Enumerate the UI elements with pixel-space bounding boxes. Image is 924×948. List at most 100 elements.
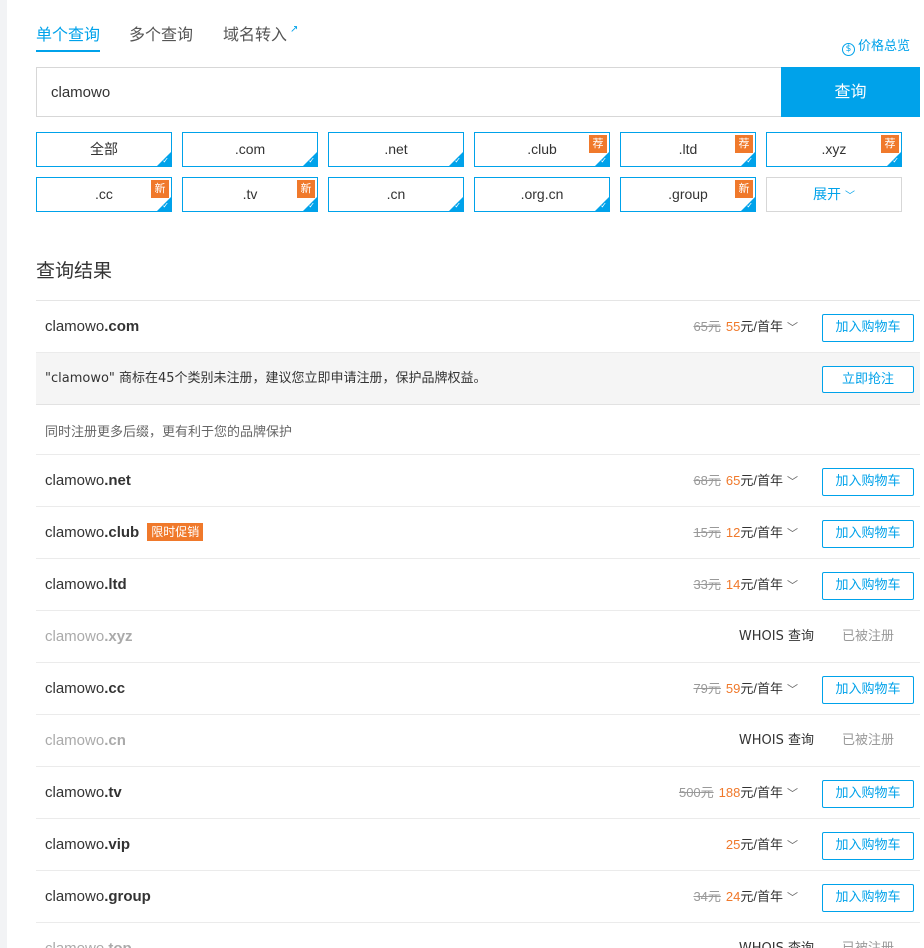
result-row: clamowo.ltd 33元 14元/首年 ﹀ 加入购物车 <box>36 559 920 611</box>
check-icon: ✓ <box>454 156 461 165</box>
add-to-cart-button[interactable]: 加入购物车 <box>822 520 914 548</box>
chevron-down-icon: ﹀ <box>787 684 798 696</box>
whois-link[interactable]: WHOIS 查询 <box>739 611 814 663</box>
result-row: clamowo.xyz WHOIS 查询 已被注册 <box>36 611 920 663</box>
add-to-cart-button[interactable]: 加入购物车 <box>822 314 914 342</box>
suggestion-hint: 同时注册更多后缀，更有利于您的品牌保护 <box>36 405 920 455</box>
sale-price: 14 <box>725 577 741 592</box>
search-button[interactable]: 查询 <box>781 67 920 117</box>
whois-link[interactable]: WHOIS 查询 <box>739 715 814 767</box>
add-to-cart-button[interactable]: 加入购物车 <box>822 780 914 808</box>
suffix-chip[interactable]: .ltd 荐 ✓ <box>620 132 756 167</box>
result-row: clamowo.net 68元 65元/首年 ﹀ 加入购物车 <box>36 455 920 507</box>
suffix-chip[interactable]: .org.cn ✓ <box>474 177 610 212</box>
suffix-chip[interactable]: .net ✓ <box>328 132 464 167</box>
suffix-chip-label: 全部 <box>90 141 118 157</box>
expand-button[interactable]: 展开 ﹀ <box>766 177 902 212</box>
suffix-chip[interactable]: .tv 新 ✓ <box>182 177 318 212</box>
result-row: clamowo.group 34元 24元/首年 ﹀ 加入购物车 <box>36 871 920 923</box>
price[interactable]: 34元 24元/首年 ﹀ <box>693 871 798 924</box>
result-row: clamowo.cn WHOIS 查询 已被注册 <box>36 715 920 767</box>
add-to-cart-button[interactable]: 加入购物车 <box>822 884 914 912</box>
trademark-notice: "clamowo" 商标在45个类别未注册，建议您立即申请注册，保护品牌权益。 … <box>36 353 920 405</box>
chevron-down-icon: ﹀ <box>787 322 798 334</box>
suffix-chip[interactable]: .group 新 ✓ <box>620 177 756 212</box>
tab-single-query[interactable]: 单个查询 <box>36 22 101 52</box>
domain-name: clamowo.top <box>45 923 132 948</box>
check-icon: ✓ <box>162 201 169 210</box>
register-trademark-button[interactable]: 立即抢注 <box>822 366 914 393</box>
suffix-chip-label: .tv <box>242 186 258 202</box>
domain-search-input[interactable] <box>36 67 781 117</box>
price-unit: 元/首年 <box>740 837 783 852</box>
chevron-down-icon: ﹀ <box>787 476 798 488</box>
sale-price: 65 <box>725 473 741 488</box>
check-icon: ✓ <box>162 156 169 165</box>
price[interactable]: 500元 188元/首年 ﹀ <box>679 767 798 820</box>
left-edge-bar <box>0 0 7 948</box>
whois-link[interactable]: WHOIS 查询 <box>739 923 814 948</box>
price[interactable]: 65元 55元/首年 ﹀ <box>693 301 798 354</box>
price-unit: 元/首年 <box>740 785 783 800</box>
coin-icon: $ <box>841 43 855 56</box>
sale-price: 59 <box>725 681 741 696</box>
price-overview-link[interactable]: $ 价格总览 <box>841 35 910 56</box>
result-row: clamowo.cc 79元 59元/首年 ﹀ 加入购物车 <box>36 663 920 715</box>
suffix-chip-label: .club <box>527 141 557 157</box>
tab-multi-query[interactable]: 多个查询 <box>129 22 193 48</box>
chevron-down-icon: ﹀ <box>787 840 798 852</box>
check-icon: ✓ <box>600 156 607 165</box>
add-to-cart-button[interactable]: 加入购物车 <box>822 832 914 860</box>
sale-price: 24 <box>725 889 741 904</box>
tab-domain-transfer-label: 域名转入 <box>223 25 288 44</box>
chevron-down-icon: ﹀ <box>787 580 798 592</box>
price-unit: 元/首年 <box>740 473 783 488</box>
domain-name: clamowo.tv <box>45 784 122 801</box>
domain-name: clamowo.xyz <box>45 628 133 645</box>
result-row: clamowo.vip 25元/首年 ﹀ 加入购物车 <box>36 819 920 871</box>
result-row: clamowo.top WHOIS 查询 已被注册 <box>36 923 920 948</box>
result-row: clamowo.tv 500元 188元/首年 ﹀ 加入购物车 <box>36 767 920 819</box>
price-unit: 元/首年 <box>740 681 783 696</box>
tab-domain-transfer[interactable]: 域名转入 ↗ <box>223 22 298 51</box>
price[interactable]: 79元 59元/首年 ﹀ <box>693 663 798 716</box>
chevron-down-icon: ﹀ <box>787 528 798 540</box>
original-price: 33元 <box>693 577 721 592</box>
price-unit: 元/首年 <box>740 319 783 334</box>
suffix-chip[interactable]: 全部 ✓ <box>36 132 172 167</box>
price-unit: 元/首年 <box>740 525 783 540</box>
check-icon: ✓ <box>308 156 315 165</box>
results-title: 查询结果 <box>36 260 113 282</box>
original-price: 500元 <box>678 785 714 800</box>
check-icon: ✓ <box>746 201 753 210</box>
add-to-cart-button[interactable]: 加入购物车 <box>822 572 914 600</box>
add-to-cart-button[interactable]: 加入购物车 <box>822 468 914 496</box>
price-unit: 元/首年 <box>740 889 783 904</box>
sale-price: 55 <box>725 319 741 334</box>
suffix-chip-label: .cn <box>386 186 406 202</box>
suffix-chip-label: .org.cn <box>520 186 564 202</box>
price[interactable]: 68元 65元/首年 ﹀ <box>693 455 798 508</box>
suffix-chip[interactable]: .cc 新 ✓ <box>36 177 172 212</box>
price[interactable]: 15元 12元/首年 ﹀ <box>693 507 798 560</box>
add-to-cart-button[interactable]: 加入购物车 <box>822 676 914 704</box>
suffix-chip[interactable]: .com ✓ <box>182 132 318 167</box>
check-icon: ✓ <box>746 156 753 165</box>
domain-name: clamowo.com <box>45 318 140 335</box>
domain-name: clamowo.cc <box>45 680 126 697</box>
price[interactable]: 33元 14元/首年 ﹀ <box>693 559 798 612</box>
price[interactable]: 25元/首年 ﹀ <box>726 819 798 872</box>
external-link-icon: ↗ <box>290 24 299 35</box>
price-overview-label: 价格总览 <box>857 39 910 54</box>
domain-name: clamowo.cn <box>45 732 126 749</box>
suffix-chip[interactable]: .cn ✓ <box>328 177 464 212</box>
suffix-chip-label: .cc <box>95 186 113 202</box>
suffix-chip[interactable]: .club 荐 ✓ <box>474 132 610 167</box>
suffix-chip[interactable]: .xyz 荐 ✓ <box>766 132 902 167</box>
sale-price: 188 <box>718 785 741 800</box>
suffix-chip-label: .com <box>234 141 266 157</box>
check-icon: ✓ <box>892 156 899 165</box>
domain-name: clamowo.club 限时促销 <box>45 507 204 559</box>
original-price: 68元 <box>693 473 721 488</box>
suffix-chip-label: .xyz <box>821 141 847 157</box>
